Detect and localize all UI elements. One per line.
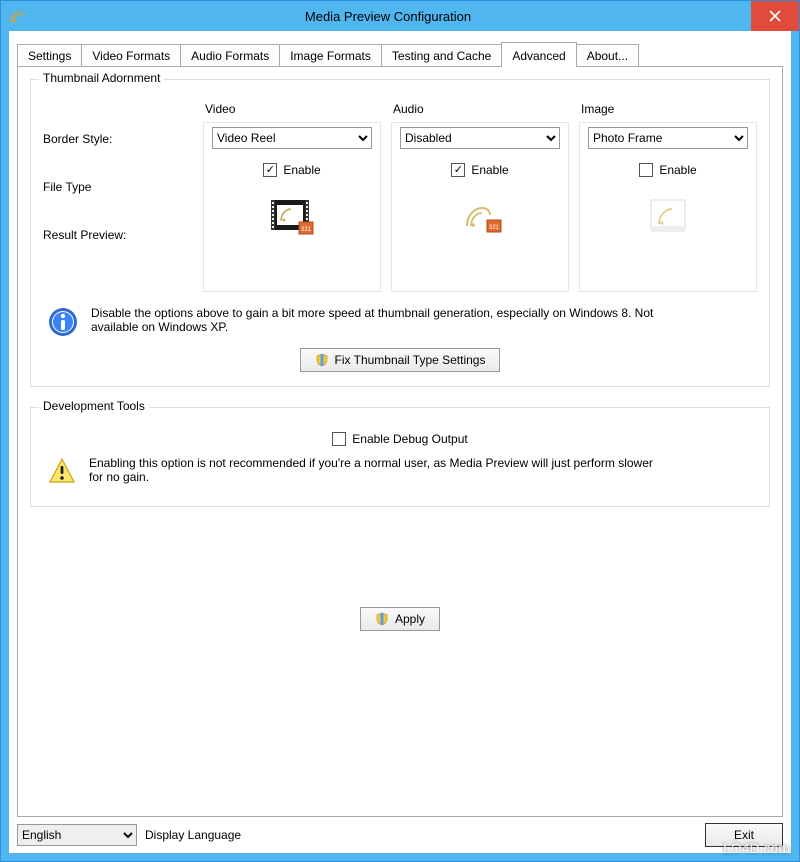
close-button[interactable] — [751, 1, 799, 31]
group-thumbnail-adornment: Thumbnail Adornment Video Audio Image Bo… — [30, 79, 770, 387]
video-reel-icon: 321 — [269, 196, 315, 236]
label-file-type: File Type — [43, 174, 193, 194]
apply-button-label: Apply — [395, 612, 425, 626]
col-head-image: Image — [579, 100, 757, 122]
svg-text:321: 321 — [301, 227, 312, 233]
tab-panel-advanced: Thumbnail Adornment Video Audio Image Bo… — [17, 66, 783, 817]
checkbox-video-enable[interactable]: ✓ — [263, 163, 277, 177]
checkbox-video-enable-label: Enable — [283, 163, 320, 177]
label-border-style: Border Style: — [43, 126, 193, 146]
language-combo[interactable]: English — [17, 824, 137, 846]
exit-button[interactable]: Exit — [705, 823, 783, 847]
checkbox-image-enable-label: Enable — [659, 163, 696, 177]
window-title: Media Preview Configuration — [25, 9, 751, 24]
shield-icon — [375, 612, 389, 626]
preview-image — [588, 191, 748, 241]
group-development-tools-legend: Development Tools — [39, 399, 149, 413]
titlebar: Media Preview Configuration — [1, 1, 799, 31]
combo-image-border[interactable]: Photo Frame — [588, 127, 748, 149]
warning-icon — [47, 456, 77, 486]
app-window: Media Preview Configuration Settings Vid… — [0, 0, 800, 862]
tab-settings[interactable]: Settings — [17, 44, 82, 67]
checkbox-image-enable[interactable] — [639, 163, 653, 177]
checkbox-audio-enable-label: Enable — [471, 163, 508, 177]
photo-frame-icon — [645, 196, 691, 236]
group-thumbnail-adornment-legend: Thumbnail Adornment — [39, 71, 164, 85]
shield-icon — [315, 353, 329, 367]
combo-audio-border[interactable]: Disabled — [400, 127, 560, 149]
footer: English Display Language Exit — [17, 823, 783, 847]
audio-preview-icon: 321 — [457, 196, 503, 236]
checkbox-debug-output[interactable] — [332, 432, 346, 446]
tab-testing-cache[interactable]: Testing and Cache — [381, 44, 502, 67]
col-head-audio: Audio — [391, 100, 569, 122]
tab-row: Settings Video Formats Audio Formats Ima… — [17, 41, 783, 66]
exit-button-label: Exit — [734, 828, 754, 842]
preview-audio: 321 — [400, 191, 560, 241]
col-panel-audio: Disabled ✓ Enable 321 — [391, 122, 569, 292]
combo-video-border[interactable]: Video Reel — [212, 127, 372, 149]
tab-audio-formats[interactable]: Audio Formats — [180, 44, 280, 67]
col-head-video: Video — [203, 100, 381, 122]
label-result-preview: Result Preview: — [43, 222, 193, 242]
language-label: Display Language — [145, 828, 241, 842]
checkbox-debug-output-label: Enable Debug Output — [352, 432, 467, 446]
close-icon — [769, 10, 781, 22]
tab-advanced[interactable]: Advanced — [501, 42, 576, 67]
col-panel-image: Photo Frame Enable — [579, 122, 757, 292]
svg-text:321: 321 — [489, 225, 500, 231]
fix-thumbnail-button[interactable]: Fix Thumbnail Type Settings — [300, 348, 501, 372]
app-icon — [9, 8, 25, 24]
tab-image-formats[interactable]: Image Formats — [279, 44, 382, 67]
fix-thumbnail-button-label: Fix Thumbnail Type Settings — [335, 353, 486, 367]
apply-button[interactable]: Apply — [360, 607, 440, 631]
tab-about[interactable]: About... — [576, 44, 639, 67]
checkbox-audio-enable[interactable]: ✓ — [451, 163, 465, 177]
warn-text: Enabling this option is not recommended … — [89, 456, 669, 484]
info-text: Disable the options above to gain a bit … — [91, 306, 671, 334]
client-area: Settings Video Formats Audio Formats Ima… — [1, 31, 799, 861]
col-panel-video: Video Reel ✓ Enable — [203, 122, 381, 292]
info-icon — [47, 306, 79, 338]
preview-video: 321 — [212, 191, 372, 241]
tab-video-formats[interactable]: Video Formats — [81, 44, 181, 67]
group-development-tools: Development Tools Enable Debug Output En… — [30, 407, 770, 507]
